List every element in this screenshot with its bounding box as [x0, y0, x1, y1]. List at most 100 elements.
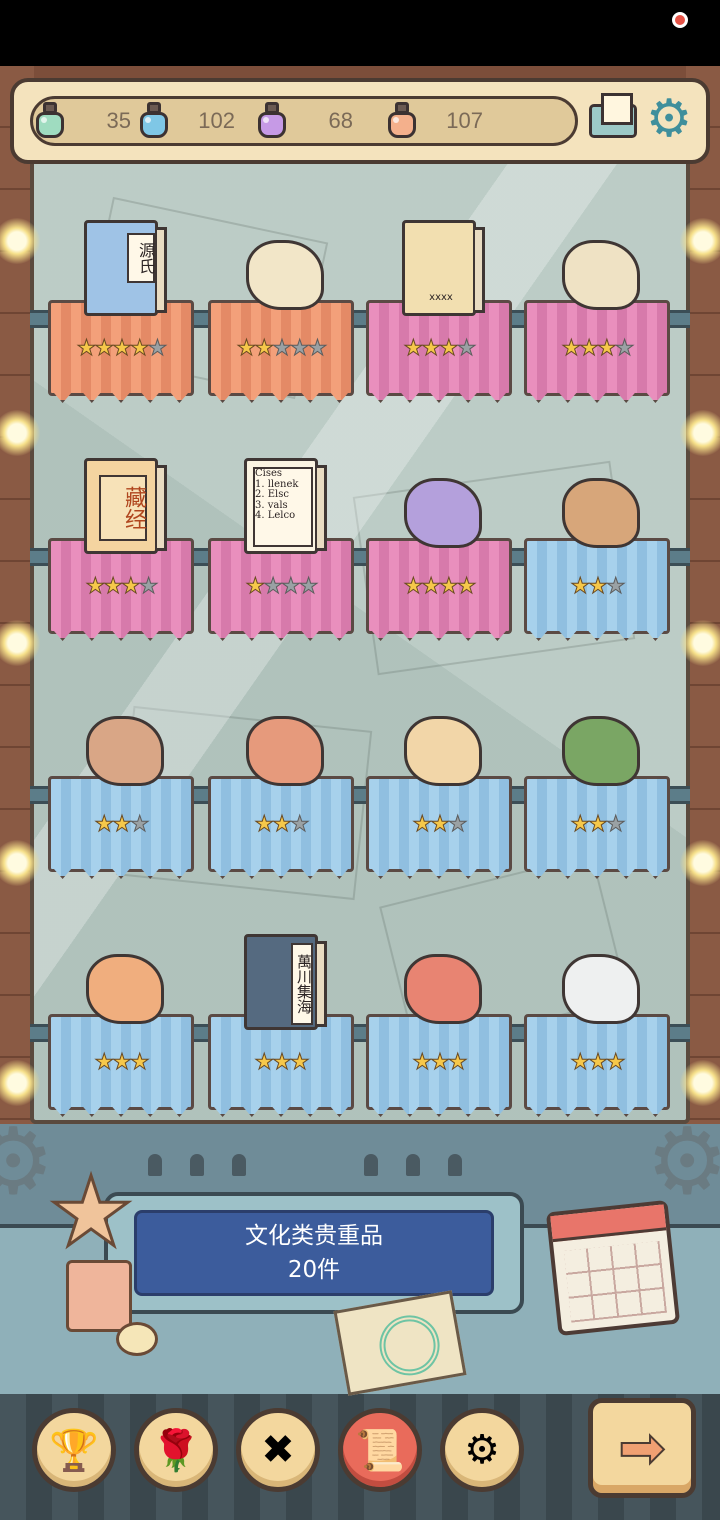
collection-item-potted-plant[interactable]: ★★★ — [524, 694, 674, 884]
star-rating: ★★★ — [208, 1050, 354, 1076]
star-empty-icon: ★ — [263, 574, 284, 600]
smoking-pipe-icon — [546, 456, 650, 560]
star-filled-icon: ★ — [129, 336, 150, 362]
star-filled-icon: ★ — [112, 1050, 133, 1076]
star-filled-icon: ★ — [588, 574, 609, 600]
genji-book-icon: 源氏 — [70, 218, 174, 322]
shakespeare-portrait-icon: xxxx — [388, 218, 492, 322]
wall-lamp — [680, 1060, 720, 1106]
bolt — [190, 1154, 204, 1176]
collection-item-purple-tome[interactable]: ★★★★ — [366, 456, 516, 646]
star-rating: ★★★★ — [48, 574, 194, 600]
star-rating: ★★★★★ — [48, 336, 194, 362]
seated-statue-icon — [70, 694, 174, 798]
collection-title: 文化类贵重品 20件 — [134, 1210, 494, 1296]
nav-button-rose[interactable]: 🌹 — [134, 1408, 218, 1492]
star-rating: ★★★ — [524, 574, 670, 600]
star-rating: ★★★★★ — [208, 336, 354, 362]
resource-blue: 102 — [137, 99, 239, 143]
item-label: 藏经 — [99, 475, 147, 541]
collection-item-fish-skeleton[interactable]: ★★★ — [366, 932, 516, 1122]
blue-potion-icon — [137, 102, 171, 140]
settings-gear-icon[interactable]: ⚙ — [642, 92, 696, 146]
fish-skeleton-icon — [388, 932, 492, 1036]
bolt — [406, 1154, 420, 1176]
star-filled-icon: ★ — [112, 812, 133, 838]
star-filled-icon: ★ — [94, 1050, 115, 1076]
resource-count: 102 — [198, 108, 235, 133]
star-rating: ★★★★ — [524, 336, 670, 362]
resource-bar: 35 102 68 107 ⚙ — [10, 78, 710, 164]
star-filled-icon: ★ — [605, 1050, 626, 1076]
wall-lamp — [680, 410, 720, 456]
star-filled-icon: ★ — [403, 336, 424, 362]
star-trophy-icon[interactable]: ★ — [46, 1163, 135, 1262]
sutra-book-icon: 藏经 — [70, 456, 174, 560]
green-potion-icon — [33, 102, 67, 140]
nav-button-crossed-bones[interactable]: ✖ — [236, 1408, 320, 1492]
star-filled-icon: ★ — [588, 1050, 609, 1076]
star-filled-icon: ★ — [588, 812, 609, 838]
crossed-bones-icon: ✖ — [261, 1427, 295, 1473]
gear-icon: ⚙ — [464, 1427, 500, 1473]
collection-title-plate: 文化类贵重品 20件 — [104, 1192, 524, 1314]
star-empty-icon: ★ — [614, 336, 635, 362]
star-rating: ★★★ — [208, 812, 354, 838]
nav-button-scroll[interactable]: 📜 — [338, 1408, 422, 1492]
star-filled-icon: ★ — [121, 574, 142, 600]
star-filled-icon: ★ — [430, 1050, 451, 1076]
mail-icon[interactable] — [586, 93, 640, 148]
star-rating: ★★★ — [366, 812, 512, 838]
star-filled-icon: ★ — [103, 574, 124, 600]
next-arrow-button[interactable]: ➡ — [588, 1398, 696, 1498]
purple-potion-icon — [255, 102, 289, 140]
collection-item-dinosaur-skull[interactable]: ★★★★ — [524, 218, 674, 408]
collection-item-ice-axe[interactable]: ★★★ — [208, 694, 358, 884]
star-filled-icon: ★ — [245, 574, 266, 600]
star-filled-icon: ★ — [447, 1050, 468, 1076]
calendar-icon[interactable] — [545, 1199, 681, 1337]
collection-item-scroll-and-quill[interactable]: ★★★ — [366, 694, 516, 884]
wall-lamp — [680, 840, 720, 886]
star-filled-icon: ★ — [236, 336, 257, 362]
star-filled-icon: ★ — [421, 336, 442, 362]
star-empty-icon: ★ — [298, 574, 319, 600]
star-filled-icon: ★ — [439, 574, 460, 600]
nav-button-gear[interactable]: ⚙ — [440, 1408, 524, 1492]
collection-item-anatomy-book[interactable]: ★★★★★ — [208, 218, 358, 408]
collection-item-genji-book[interactable]: 源氏 ★★★★★ — [48, 218, 198, 408]
ice-axe-icon — [230, 694, 334, 798]
star-empty-icon: ★ — [605, 574, 626, 600]
collection-item-tribal-spear[interactable]: ★★★ — [48, 932, 198, 1122]
star-rating: ★★★★ — [366, 336, 512, 362]
star-rating: ★★★ — [48, 812, 194, 838]
star-filled-icon: ★ — [254, 812, 275, 838]
bolt — [364, 1154, 378, 1176]
nav-button-trophy-cup[interactable]: 🏆 — [32, 1408, 116, 1492]
star-filled-icon: ★ — [94, 336, 115, 362]
collection-item-tribal-mask[interactable]: ★★★ — [524, 932, 674, 1122]
star-filled-icon: ★ — [94, 812, 115, 838]
item-label: 萬川集海 — [291, 943, 313, 1025]
trophy-base — [66, 1260, 132, 1332]
collection-item-seated-statue[interactable]: ★★★ — [48, 694, 198, 884]
star-filled-icon: ★ — [561, 336, 582, 362]
item-label: Cises 1. llenek 2. Elsc 3. vals 4. Lelco — [253, 467, 313, 547]
star-empty-icon: ★ — [456, 336, 477, 362]
star-filled-icon: ★ — [597, 336, 618, 362]
wall-lamp — [680, 620, 720, 666]
anatomy-book-icon — [230, 218, 334, 322]
collection-item-shakespeare-portrait[interactable]: xxxx ★★★★ — [366, 218, 516, 408]
gear-decoration-icon: ⚙ — [0, 1108, 55, 1215]
notification-dot — [672, 12, 688, 28]
star-filled-icon: ★ — [412, 812, 433, 838]
star-filled-icon: ★ — [85, 574, 106, 600]
collection-item-note-list[interactable]: Cises 1. llenek 2. Elsc 3. vals 4. Lelco… — [208, 456, 358, 646]
star-filled-icon: ★ — [403, 574, 424, 600]
collection-item-sutra-book[interactable]: 藏经 ★★★★ — [48, 456, 198, 646]
star-filled-icon: ★ — [272, 1050, 293, 1076]
collection-item-smoking-pipe[interactable]: ★★★ — [524, 456, 674, 646]
collection-item-eye-book[interactable]: 萬川集海 ★★★ — [208, 932, 358, 1122]
star-filled-icon: ★ — [456, 574, 477, 600]
star-filled-icon: ★ — [570, 1050, 591, 1076]
